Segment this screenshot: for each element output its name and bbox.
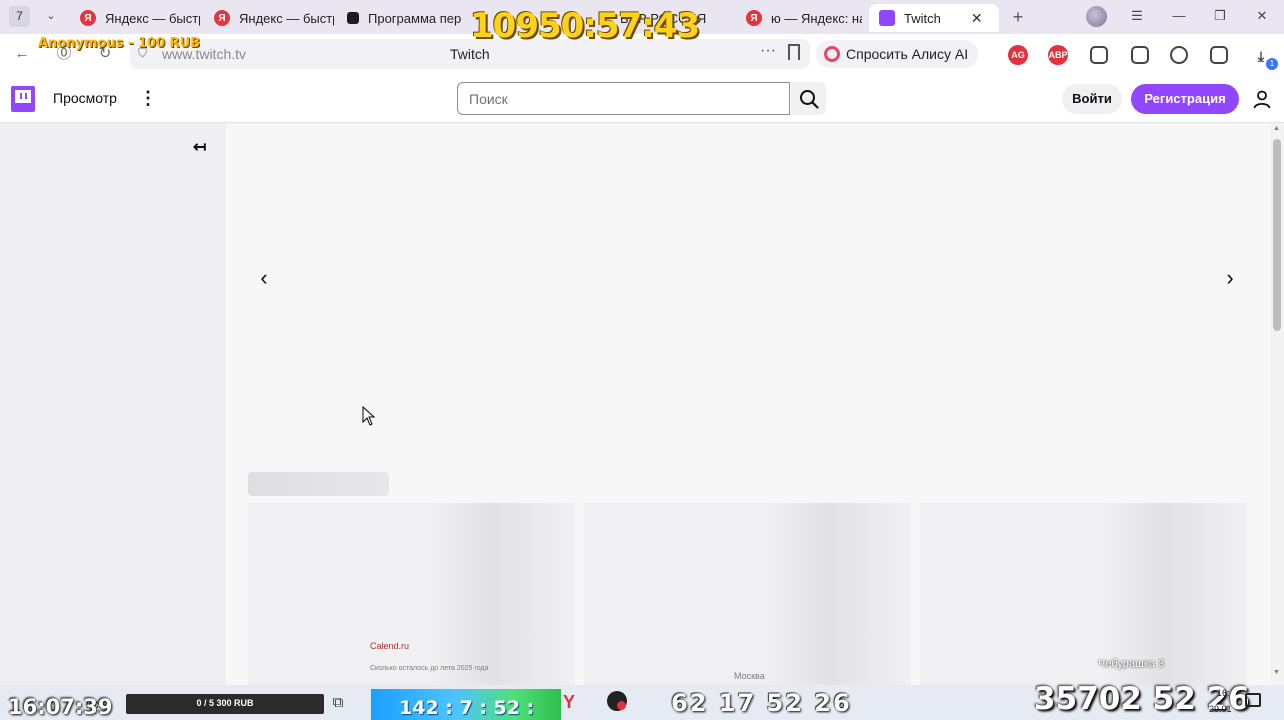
donation-goal-bar: 0 / 5 300 RUB bbox=[126, 694, 324, 714]
search-icon bbox=[800, 90, 819, 109]
carousel-next-button[interactable]: › bbox=[1220, 266, 1240, 290]
browser-tab-3[interactable]: Программа пер bbox=[347, 4, 465, 32]
record-app-icon[interactable] bbox=[607, 691, 627, 711]
screen-cast-icon[interactable] bbox=[1090, 46, 1108, 64]
menu-icon[interactable]: ☰ bbox=[1129, 8, 1145, 24]
profile-avatar[interactable] bbox=[1086, 6, 1107, 27]
browser-tab-5[interactable]: Я ю — Яндекс: наш bbox=[746, 4, 862, 32]
extensions-icon[interactable] bbox=[1210, 46, 1228, 64]
card-site-label: Calend.ru bbox=[370, 641, 410, 651]
restore-icon[interactable]: ❐ bbox=[1212, 8, 1228, 24]
section-title-placeholder bbox=[248, 472, 389, 496]
more-options-icon[interactable]: ··· bbox=[760, 42, 776, 60]
stream-card-placeholder[interactable]: Чебурашка 3 bbox=[920, 503, 1247, 688]
signup-button[interactable]: Регистрация bbox=[1131, 84, 1239, 114]
card-caption: Чебурашка 3 bbox=[1098, 658, 1165, 670]
search-input[interactable] bbox=[457, 82, 790, 115]
browse-link[interactable]: Просмотр bbox=[53, 90, 117, 106]
window-close-icon[interactable]: ✕ bbox=[1254, 8, 1270, 24]
video-play-icon[interactable] bbox=[1170, 46, 1188, 64]
twitch-top-nav: Просмотр ⋮ Войти Регистрация bbox=[0, 74, 1284, 123]
collapse-sidebar-icon[interactable]: ↤ bbox=[193, 137, 206, 157]
card-caption: Москва bbox=[734, 671, 765, 681]
ask-alice-button[interactable]: Спросить Алису AI bbox=[816, 40, 979, 68]
twitch-icon bbox=[879, 10, 895, 26]
user-icon[interactable] bbox=[1252, 89, 1272, 109]
scroll-down-icon[interactable]: ▼ bbox=[1273, 669, 1280, 676]
login-button[interactable]: Войти bbox=[1062, 84, 1122, 114]
yandex-icon: Я bbox=[214, 10, 230, 26]
yandex-icon: Я bbox=[746, 10, 762, 26]
tray-time: 16: bbox=[1217, 688, 1230, 698]
task-view-icon[interactable]: ⧉ bbox=[327, 692, 349, 714]
bookmark-icon[interactable] bbox=[788, 44, 800, 60]
screenshot-icon[interactable] bbox=[1131, 46, 1149, 64]
new-tab-button[interactable]: + bbox=[1008, 7, 1028, 27]
yandex-icon: Я bbox=[80, 10, 96, 26]
close-icon[interactable]: ✕ bbox=[971, 10, 983, 27]
back-arrow-icon[interactable]: ← bbox=[11, 43, 33, 65]
ask-alice-label: Спросить Алису AI bbox=[846, 46, 969, 62]
overlay-timer: 10950:57:43 bbox=[470, 6, 700, 46]
stream-card-placeholder[interactable]: Москва bbox=[584, 503, 911, 688]
browser-tab-twitch[interactable]: Twitch ✕ bbox=[869, 4, 999, 32]
tab-title: Яндекс — быстр bbox=[239, 10, 334, 26]
scroll-up-icon[interactable]: ▲ bbox=[1273, 125, 1280, 132]
tab-title: Яндекс — быстр bbox=[105, 10, 200, 26]
mouse-cursor-icon bbox=[362, 406, 376, 426]
scrollbar-thumb[interactable] bbox=[1273, 139, 1281, 331]
overlay-clock: 16:07:39 bbox=[8, 695, 113, 719]
yandex-taskbar-icon[interactable]: Y bbox=[563, 692, 575, 713]
tab-count-button[interactable]: 7 bbox=[9, 6, 30, 27]
overlay-donation-alert: Anonymous - 100 RUB bbox=[38, 36, 201, 51]
notification-icon[interactable] bbox=[1245, 693, 1261, 707]
adblock-extension-icon[interactable]: ABP bbox=[1048, 45, 1068, 65]
alice-icon bbox=[824, 46, 840, 62]
more-vertical-icon[interactable]: ⋮ bbox=[139, 87, 157, 109]
side-nav: ↤ bbox=[0, 123, 226, 685]
program-icon bbox=[347, 12, 359, 24]
twitch-logo-icon[interactable] bbox=[11, 86, 35, 112]
download-badge: 1 bbox=[1266, 58, 1278, 70]
tab-title: Twitch bbox=[904, 10, 941, 26]
page-scrollbar[interactable]: ▲ ▼ bbox=[1270, 123, 1284, 685]
overlay-counter-box: 142 : 7 : 52 : 25 bbox=[371, 689, 561, 720]
browser-tab-1[interactable]: Я Яндекс — быстр bbox=[80, 4, 200, 32]
tab-title: Программа пер bbox=[368, 10, 462, 26]
tab-title: ю — Яндекс: наш bbox=[771, 10, 862, 26]
page-title: Twitch bbox=[450, 46, 490, 62]
browser-tab-2[interactable]: Я Яндекс — быстр bbox=[214, 4, 334, 32]
overlay-counter-middle: 62 17 52 26 bbox=[671, 689, 852, 717]
overlay-counter-text: 142 : 7 : 52 : 25 bbox=[399, 697, 535, 720]
donation-goal-text: 0 / 5 300 RUB bbox=[196, 698, 254, 708]
main-content: ‹ › Calend.ru Сколько осталось до лета 2… bbox=[226, 123, 1270, 688]
card-article-title: Сколько осталось до лета 2025 года bbox=[370, 665, 489, 672]
tray-date: 29.01 bbox=[1209, 704, 1232, 714]
search-button[interactable] bbox=[791, 82, 826, 115]
stream-card-placeholder[interactable]: Calend.ru Сколько осталось до лета 2025 … bbox=[248, 503, 575, 688]
chevron-down-icon[interactable]: ⌄ bbox=[42, 7, 60, 25]
minimize-icon[interactable]: — bbox=[1171, 8, 1187, 24]
adguard-extension-icon[interactable]: AG bbox=[1008, 45, 1028, 65]
carousel-prev-button[interactable]: ‹ bbox=[254, 266, 274, 290]
